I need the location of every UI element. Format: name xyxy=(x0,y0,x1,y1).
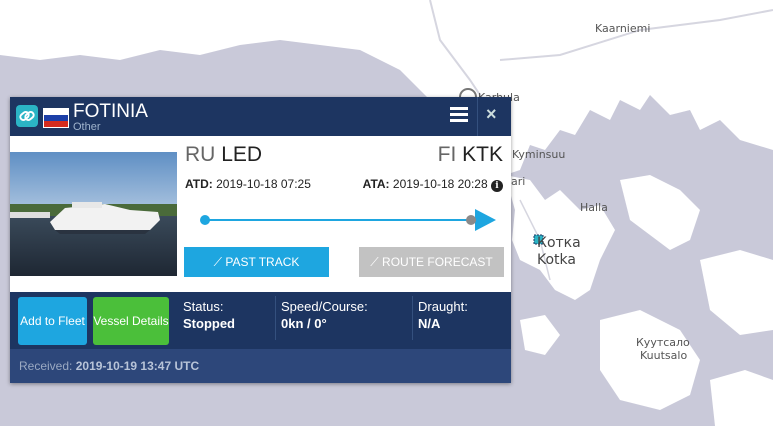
popup-header: FOTINIA Other × xyxy=(10,97,511,136)
vessel-type: Other xyxy=(73,121,101,133)
close-icon[interactable]: × xyxy=(486,104,497,125)
map-label-partial: ari xyxy=(511,175,526,188)
arrival-country: FI xyxy=(437,143,457,166)
map-label-halla: Halla xyxy=(580,201,608,214)
speed-course-label: Speed/Course: xyxy=(281,299,368,314)
map-label-kaarniemi: Kaarniemi xyxy=(595,22,651,35)
draught-label: Draught: xyxy=(418,299,468,314)
arrival-port: FI KTK xyxy=(438,143,503,167)
arrival-arrow-icon xyxy=(475,209,496,231)
draught-value: N/A xyxy=(418,316,441,331)
ata-value: 2019-10-18 20:28 xyxy=(392,177,488,191)
vessel-position-dot xyxy=(466,215,476,225)
link-icon xyxy=(16,105,38,127)
status-label: Status: xyxy=(183,299,224,314)
past-track-label: PAST TRACK xyxy=(225,255,300,269)
map-label-kuutsalo-ru: Куутсало xyxy=(636,336,690,349)
menu-icon[interactable] xyxy=(450,107,468,123)
forecast-icon: ⟋ xyxy=(370,255,379,269)
atd-time: ATD: 2019-10-18 07:25 xyxy=(185,177,311,191)
info-icon[interactable]: i xyxy=(491,180,503,192)
map-label-kotka-ru: Котка xyxy=(537,235,581,251)
speed-course-value: 0kn / 0° xyxy=(281,316,327,331)
voyage-progress xyxy=(200,209,496,231)
received-footer: Received: 2019-10-19 13:47 UTC xyxy=(10,349,511,383)
track-icon: ⟋ xyxy=(213,255,223,269)
atd-value: 2019-10-18 07:25 xyxy=(216,177,311,191)
received-label: Received: xyxy=(19,359,73,373)
map-label-kotka: Kotka xyxy=(537,252,576,268)
vessel-name: FOTINIA xyxy=(73,101,148,122)
route-forecast-label: ROUTE FORECAST xyxy=(382,255,493,269)
departure-country: RU xyxy=(185,143,216,166)
ata-label: ATA: xyxy=(362,177,390,191)
speed-course-field: Speed/Course: 0kn / 0° xyxy=(281,298,368,332)
departure-port-code: LED xyxy=(221,143,263,166)
add-to-fleet-button[interactable]: Add to Fleet xyxy=(18,297,87,345)
past-track-button[interactable]: ⟋ PAST TRACK xyxy=(184,247,329,277)
map-label-kuutsalo: Kuutsalo xyxy=(640,349,688,362)
departure-dot xyxy=(200,215,210,225)
vessel-details-button[interactable]: Vessel Details xyxy=(93,297,169,345)
ata-time: ATA: 2019-10-18 20:28 i xyxy=(363,177,503,192)
departure-port: RU LED xyxy=(185,143,262,167)
route-forecast-button[interactable]: ⟋ ROUTE FORECAST xyxy=(359,247,504,277)
received-value: 2019-10-19 13:47 UTC xyxy=(75,359,200,373)
atd-label: ATD: xyxy=(185,177,213,191)
arrival-port-code: KTK xyxy=(462,143,503,166)
draught-field: Draught: N/A xyxy=(418,298,468,332)
status-field: Status: Stopped xyxy=(183,298,235,332)
flag-icon xyxy=(43,108,69,128)
islet xyxy=(710,370,773,426)
map-label-kyminsuu: Kyminsuu xyxy=(512,148,566,161)
status-value: Stopped xyxy=(183,316,235,331)
vessel-photo[interactable] xyxy=(10,152,177,276)
vessel-popup: FOTINIA Other × RU LED FI KTK ATD: 2019-… xyxy=(10,97,511,383)
vessel-info-bar: Add to Fleet Vessel Details Status: Stop… xyxy=(10,292,511,349)
